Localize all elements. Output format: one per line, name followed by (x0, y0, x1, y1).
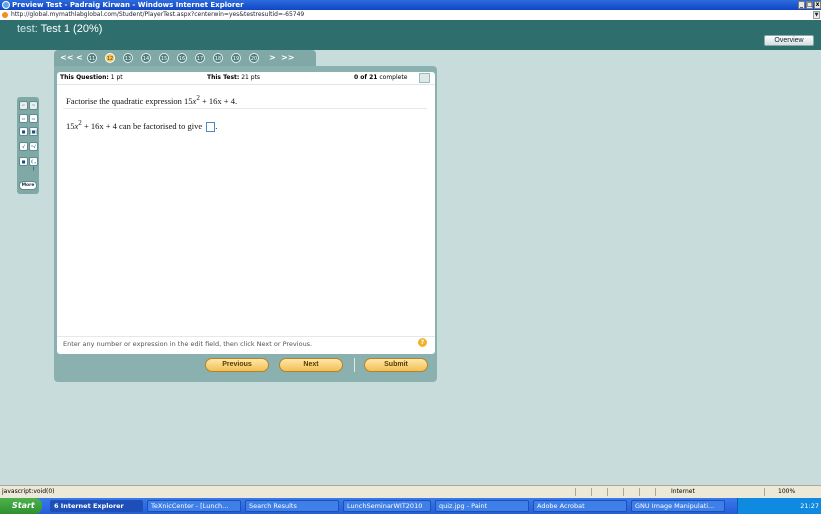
nth-root-icon[interactable]: ⁿ√ (29, 142, 38, 151)
question-number-button[interactable]: 19 (231, 53, 241, 63)
expand-icon[interactable] (419, 73, 430, 83)
question-number-button[interactable]: 15 (159, 53, 169, 63)
question-number-button-current[interactable]: 12 (105, 53, 115, 63)
clock: 21:27 (800, 502, 819, 510)
fraction-icon[interactable]: ▭ (19, 114, 28, 123)
mixed-fraction-icon[interactable]: ▭ (29, 114, 38, 123)
divider (354, 358, 355, 372)
task-search-results[interactable]: Search Results (245, 500, 339, 512)
question-number-button[interactable]: 18 (213, 53, 223, 63)
submit-button[interactable]: Submit (364, 358, 428, 372)
question-number-button[interactable]: 20 (249, 53, 259, 63)
test-points: This Test: 21 pts (207, 74, 261, 81)
window-title: Preview Test - Padraig Kirwan - Windows … (12, 1, 244, 9)
divider (63, 108, 427, 109)
answer-input[interactable] (206, 121, 216, 132)
system-tray: 21:27 (737, 498, 821, 514)
window-titlebar: Preview Test - Padraig Kirwan - Windows … (0, 0, 821, 10)
close-button[interactable]: x (814, 1, 821, 9)
divider (591, 488, 592, 496)
divider (607, 488, 608, 496)
chevron-down-icon[interactable]: ▼ (813, 11, 820, 19)
divider (764, 488, 765, 496)
subscript-icon[interactable]: ■ (19, 157, 28, 166)
ordered-pair-icon[interactable]: ( , ) (29, 157, 38, 171)
task-paint[interactable]: quiz.jpg - Paint (435, 500, 529, 512)
previous-button[interactable]: Previous (205, 358, 269, 372)
start-button[interactable]: Start (0, 498, 42, 514)
question-number-button[interactable]: 11 (87, 53, 97, 63)
task-acrobat[interactable]: Adobe Acrobat (533, 500, 627, 512)
undo-icon[interactable]: ↶ (19, 101, 28, 110)
more-button[interactable]: More (19, 181, 37, 190)
question-number-button[interactable]: 17 (195, 53, 205, 63)
minimize-button[interactable]: _ (798, 1, 805, 9)
task-texniccenter[interactable]: TeXnicCenter - [Lunch... (147, 500, 241, 512)
first-question-button[interactable]: << (60, 54, 73, 62)
absolute-value-icon[interactable]: |■| (29, 127, 38, 136)
test-title: test: Test 1 (20%) (17, 22, 102, 36)
square-root-icon[interactable]: √ (19, 142, 28, 151)
completion-status: 0 of 21 complete (354, 74, 408, 81)
question-number-button[interactable]: 13 (123, 53, 133, 63)
favicon-icon (2, 12, 8, 18)
security-zone: Internet (671, 488, 695, 495)
divider (623, 488, 624, 496)
test-title-text: Test 1 (20%) (40, 23, 103, 35)
status-row: This Question: 1 pt This Test: 21 pts 0 … (57, 72, 435, 85)
address-url[interactable]: http://global.mymathlabglobal.com/Studen… (11, 10, 304, 20)
question-prompt: Factorise the quadratic expression 15x2 … (66, 94, 238, 106)
prev-question-button[interactable]: < (76, 54, 83, 62)
question-navigator: << < 11 12 13 14 15 16 17 18 19 20 > >> (54, 50, 316, 66)
task-gimp[interactable]: GNU Image Manipulati... (631, 500, 725, 512)
divider (575, 488, 576, 496)
overview-button[interactable]: Overview (764, 35, 814, 46)
browser-statusbar: javascript:void(0) Internet 100% (0, 485, 821, 498)
divider (639, 488, 640, 496)
answer-statement: 15x2 + 16x + 4 can be factorised to give… (66, 119, 218, 132)
app-header: test: Test 1 (20%) Overview (0, 20, 821, 50)
question-number-button[interactable]: 16 (177, 53, 187, 63)
next-question-button[interactable]: > (269, 54, 276, 62)
question-number-button[interactable]: 14 (141, 53, 151, 63)
hint-text: Enter any number or expression in the ed… (63, 340, 313, 348)
math-toolbox: ↶ ↷ ▭ ▭ ■ |■| √ ⁿ√ ■ ( , ) More (17, 97, 39, 194)
zoom-level[interactable]: 100% (778, 486, 795, 498)
question-points: This Question: 1 pt (60, 74, 123, 81)
taskbar: Start 6 Internet Explorer TeXnicCenter -… (0, 498, 821, 514)
exponent-icon[interactable]: ■ (19, 127, 28, 136)
last-question-button[interactable]: >> (281, 54, 294, 62)
ie-icon (2, 1, 10, 9)
next-button[interactable]: Next (279, 358, 343, 372)
task-ie[interactable]: 6 Internet Explorer (50, 500, 143, 512)
task-lunch-seminar[interactable]: LunchSeminarWIT2010 (343, 500, 431, 512)
divider (57, 336, 435, 337)
help-icon[interactable]: ? (418, 338, 427, 347)
redo-icon[interactable]: ↷ (29, 101, 38, 110)
status-text: javascript:void(0) (2, 488, 55, 495)
question-card: This Question: 1 pt This Test: 21 pts 0 … (57, 72, 435, 354)
test-title-prefix: test: (17, 23, 38, 35)
divider (655, 488, 656, 496)
maximize-button[interactable]: □ (806, 1, 813, 9)
